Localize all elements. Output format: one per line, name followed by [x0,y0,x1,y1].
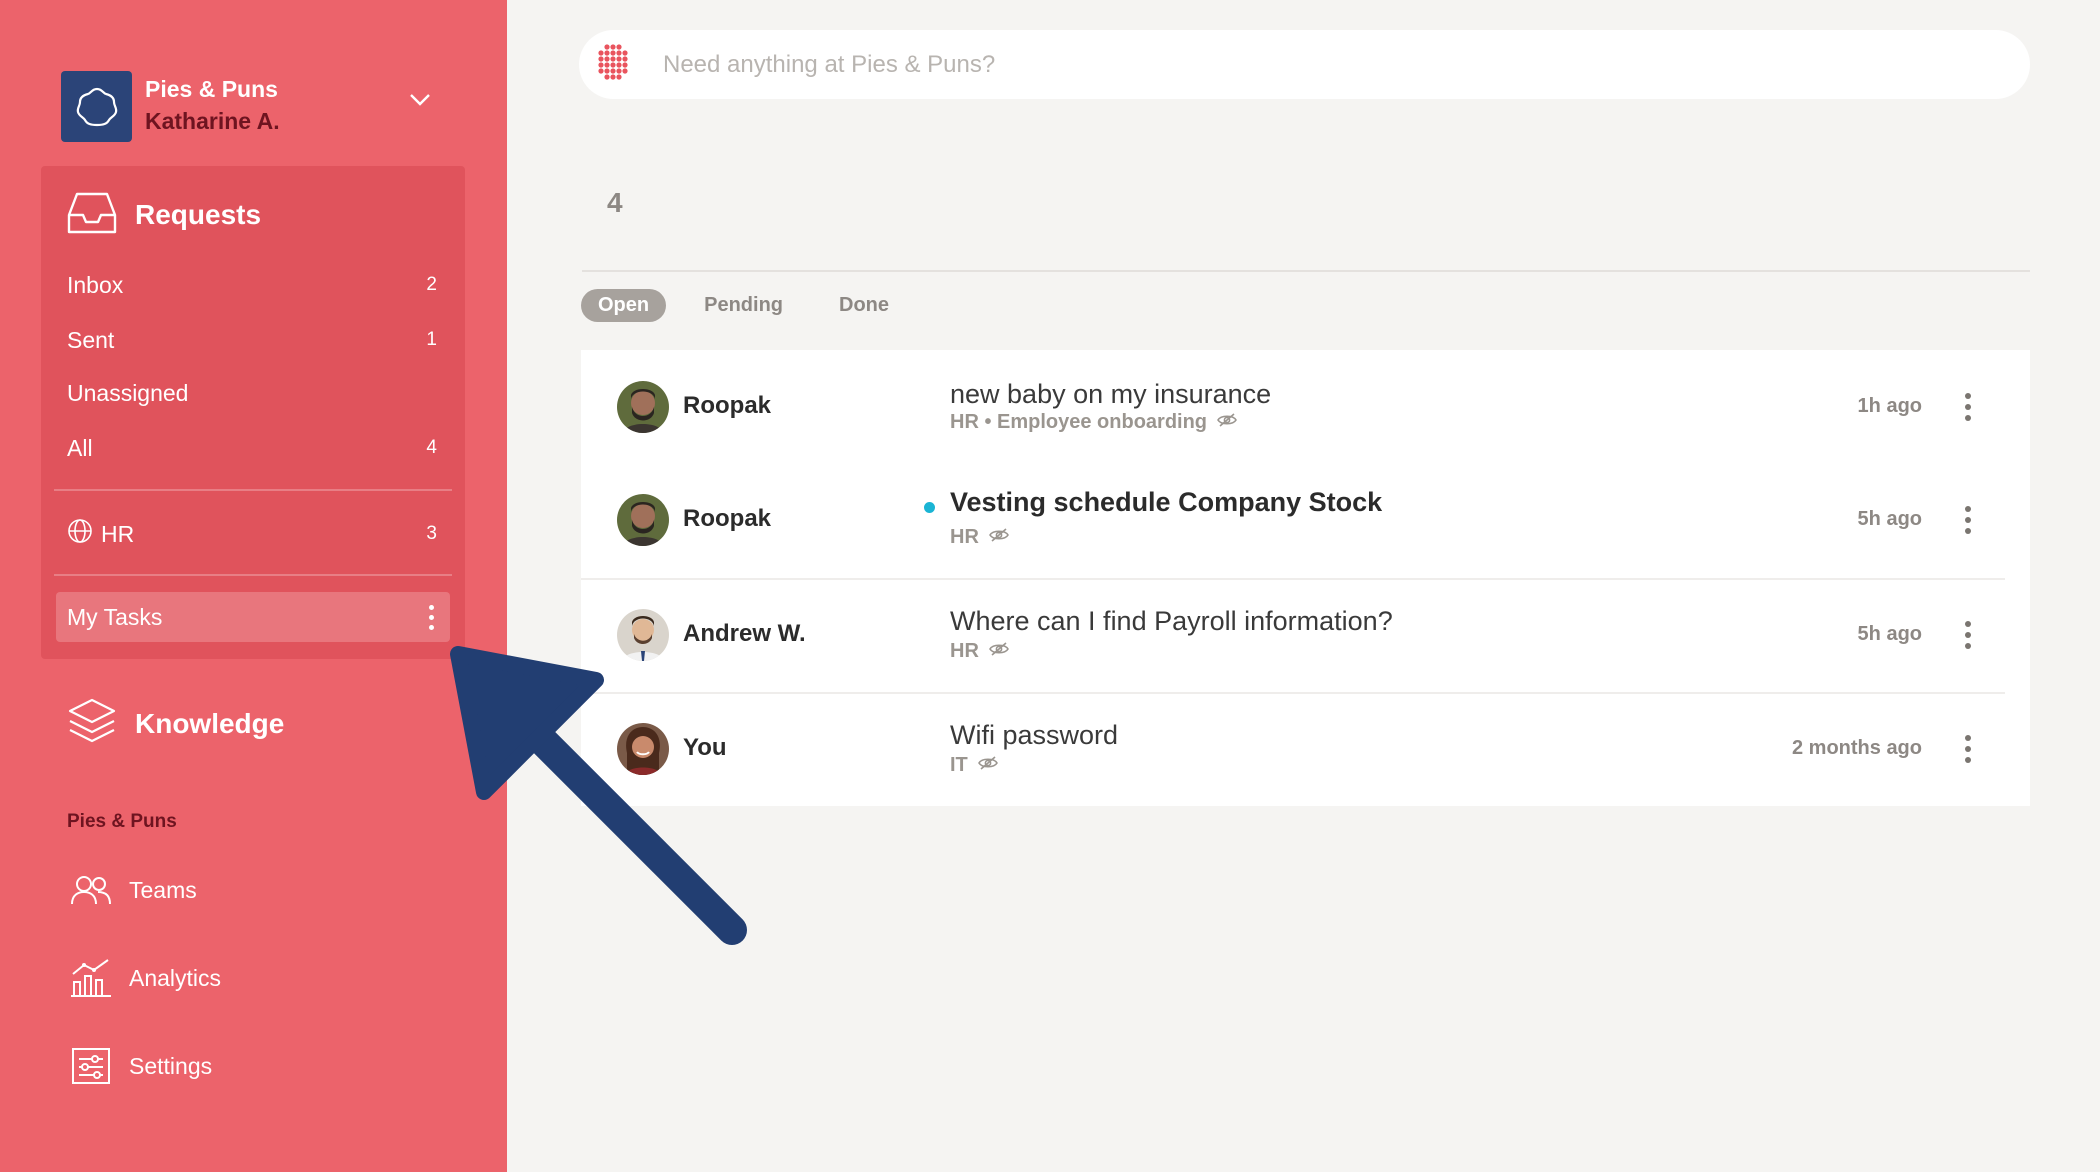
analytics-icon [69,956,113,1000]
request-row[interactable]: Roopak Vesting schedule Company Stock HR… [581,464,2030,578]
request-row[interactable]: Roopak new baby on my insurance HR • Emp… [581,350,2030,464]
annotation-arrow [450,646,747,945]
request-meta: IT [950,754,998,777]
knowledge-link[interactable]: Knowledge [67,697,284,750]
request-subject: Where can I find Payroll information? [950,606,1393,636]
request-time: 5h ago [1857,508,1922,530]
nav-count: 2 [426,274,437,295]
tab-done[interactable]: Done [839,294,889,317]
app-dots-icon [593,42,633,87]
more-options-icon[interactable] [1965,393,1971,421]
nav-item-inbox[interactable]: Inbox 2 [67,265,439,305]
nav-item-all[interactable]: All 4 [67,428,439,468]
request-category: HR [950,640,979,662]
eye-off-icon [988,640,1009,663]
status-tabs: Open Pending Done [581,289,945,322]
nav-item-hr[interactable]: HR 3 [67,514,439,554]
analytics-label: Analytics [129,964,222,991]
requests-header[interactable]: Requests [67,190,261,240]
analytics-link[interactable]: Analytics [69,956,221,1000]
globe-icon [67,518,93,550]
request-subject: new baby on my insurance [950,379,1272,409]
inbox-tray-icon [67,191,117,240]
search-bar[interactable] [579,30,2030,99]
requester-name: Roopak [683,505,772,532]
eye-off-icon [1217,411,1237,434]
request-time: 2 months ago [1791,737,1922,759]
requests-title: Requests [135,199,262,230]
nav-count: 1 [426,329,437,350]
requests-panel: Requests Inbox 2 Sent 1 Unassigned All 4… [41,166,465,659]
nav-label: All [67,434,93,461]
workspace-name: Pies & Puns [145,76,278,102]
avatar [617,381,669,433]
request-time: 5h ago [1857,623,1922,645]
tab-open[interactable]: Open [581,289,667,322]
nav-item-unassigned[interactable]: Unassigned [67,373,439,413]
request-count: 4 [607,187,623,218]
request-category: IT [950,754,968,776]
more-options-icon[interactable] [425,601,438,634]
request-time: 1h ago [1857,395,1922,417]
request-row[interactable]: You Wifi password IT 2 months ago [581,692,2030,806]
request-meta: HR • Employee onboarding [950,411,1237,434]
section-label: Pies & Puns [67,811,177,832]
sidebar: Pies & Puns Katharine A. Requests Inbox … [0,0,507,1172]
more-options-icon[interactable] [1965,735,1971,763]
divider [582,270,2030,272]
nav-item-sent[interactable]: Sent 1 [67,320,439,360]
avatar [617,494,669,546]
request-meta: HR [950,640,1009,663]
search-input[interactable] [663,50,1963,79]
row-separator [581,578,2005,580]
request-meta: HR [950,526,1009,549]
request-category: HR [950,526,979,548]
teams-label: Teams [129,876,197,903]
workspace-user: Katharine A. [145,108,280,134]
settings-label: Settings [129,1052,213,1079]
divider [54,574,452,576]
settings-link[interactable]: Settings [69,1044,212,1088]
nav-label: My Tasks [67,603,163,630]
request-subject: Wifi password [950,720,1119,750]
settings-icon [69,1044,113,1088]
nav-count: 4 [426,437,437,458]
nav-label: Inbox [67,271,124,298]
more-options-icon[interactable] [1965,506,1971,534]
request-list: Roopak new baby on my insurance HR • Emp… [581,350,2030,806]
nav-item-my-tasks[interactable]: My Tasks [56,592,450,642]
nav-count: 3 [426,523,437,544]
layers-icon [67,697,117,750]
chevron-down-icon[interactable] [409,93,431,112]
unread-indicator [924,502,935,513]
request-subject: Vesting schedule Company Stock [950,487,1383,517]
eye-off-icon [977,754,998,777]
tab-pending[interactable]: Pending [704,294,783,317]
workspace-switcher[interactable]: Pies & Puns Katharine A. [61,69,501,142]
nav-label: Unassigned [67,379,189,406]
workspace-logo [61,71,132,142]
knowledge-label: Knowledge [135,707,285,739]
divider [54,489,452,491]
nav-label: Sent [67,326,115,353]
more-options-icon[interactable] [1965,621,1971,649]
requester-name: Roopak [683,392,772,419]
row-separator [581,692,2005,694]
nav-label: HR [101,520,135,547]
request-category: HR • Employee onboarding [950,411,1208,433]
teams-link[interactable]: Teams [69,868,197,912]
teams-icon [69,868,113,912]
eye-off-icon [988,526,1009,549]
request-row[interactable]: Andrew W. Where can I find Payroll infor… [581,578,2030,692]
